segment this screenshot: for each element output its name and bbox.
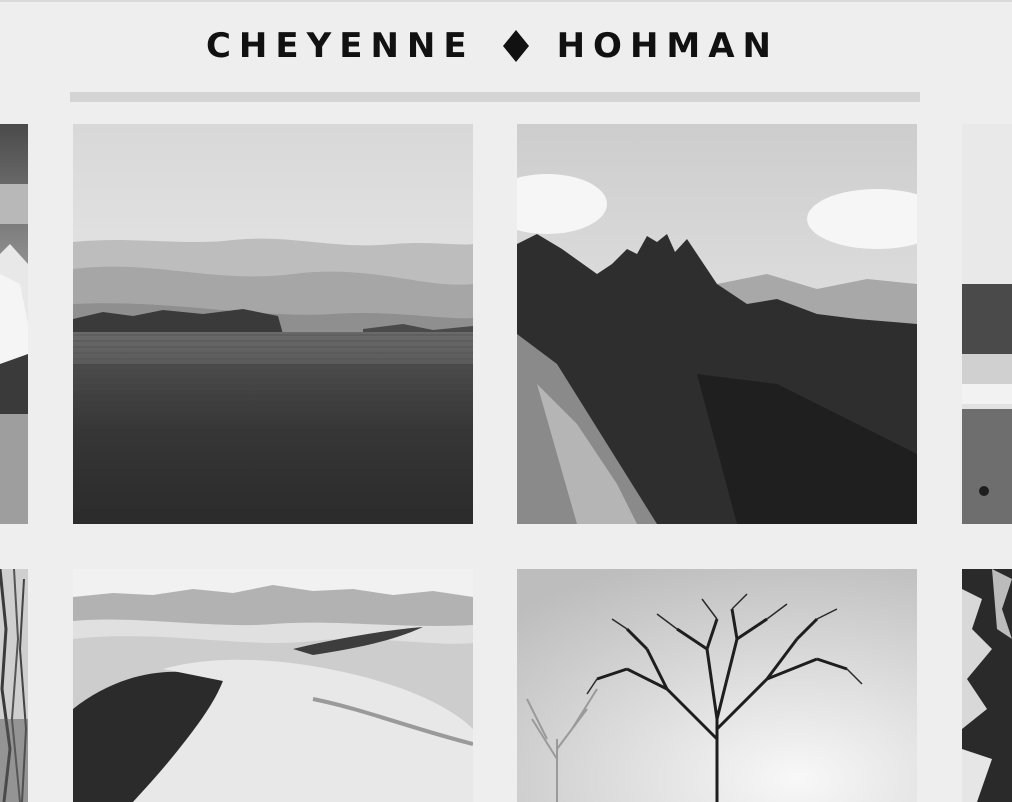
jagged-mountain-peaks-photo[interactable] bbox=[517, 124, 917, 524]
partial-beach-waves-photo[interactable] bbox=[962, 124, 1012, 524]
partial-snowy-rocks-photo[interactable] bbox=[962, 569, 1012, 802]
site-title-last-name[interactable]: HOHMAN bbox=[557, 26, 779, 66]
site-header: CHEYENNE HOHMAN bbox=[0, 22, 985, 70]
rolling-fields-photo[interactable] bbox=[73, 124, 473, 524]
top-border bbox=[0, 0, 1012, 2]
header-divider bbox=[70, 92, 920, 102]
sand-dunes-photo[interactable] bbox=[73, 569, 473, 802]
diamond-icon bbox=[502, 30, 529, 62]
lone-tree-photo[interactable] bbox=[517, 569, 917, 802]
site-title-first-name[interactable]: CHEYENNE bbox=[206, 26, 475, 66]
partial-bare-branches-photo[interactable] bbox=[0, 569, 28, 802]
partial-snowy-mountain-photo[interactable] bbox=[0, 124, 28, 524]
